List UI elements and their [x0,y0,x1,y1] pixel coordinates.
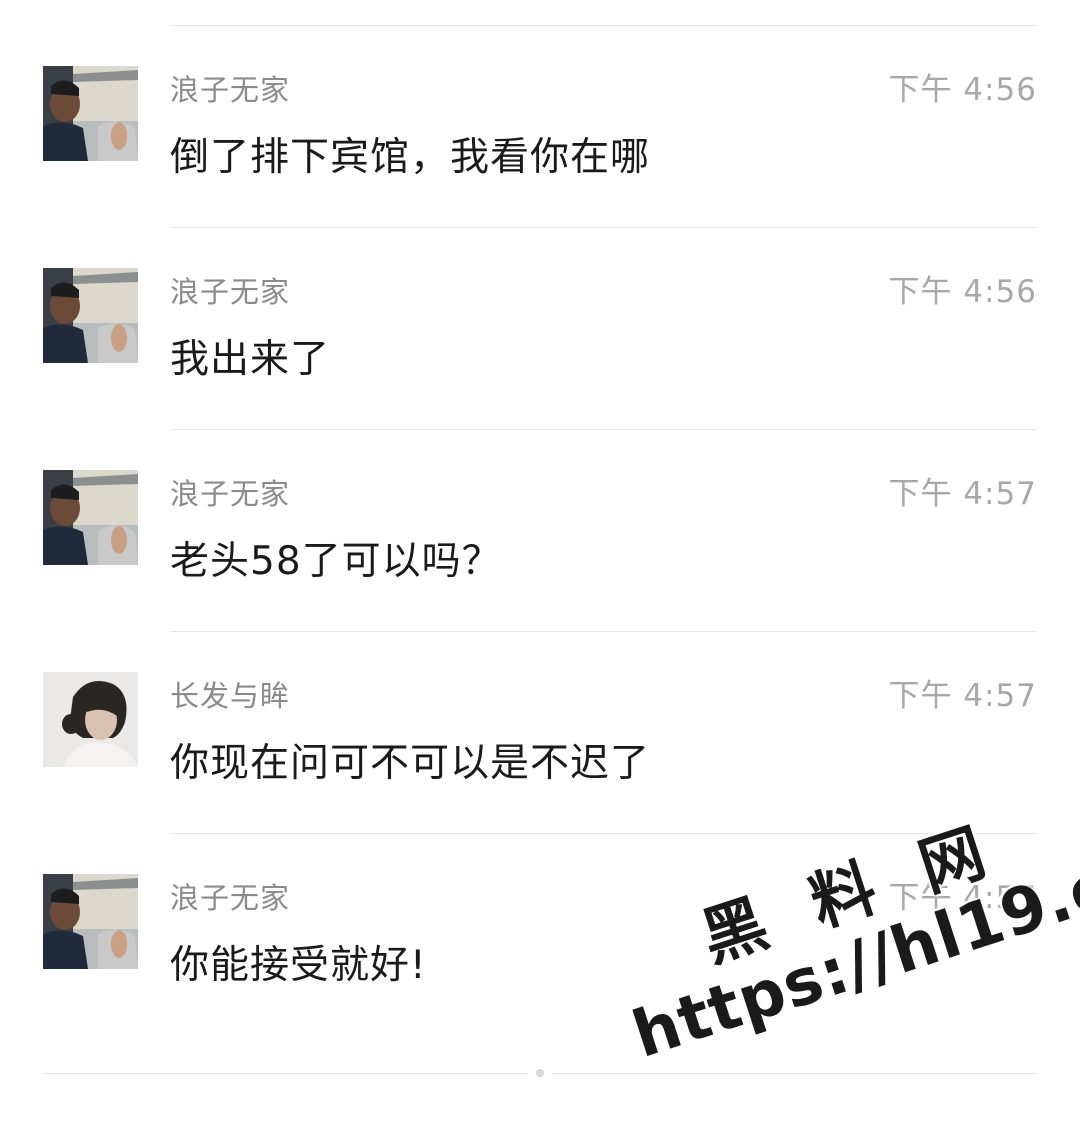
message-time: 下午 4:57 [888,880,1037,916]
man-in-car-avatar-icon [43,470,138,565]
message-item[interactable]: 长发与眸 下午 4:57 你现在问可不可以是不迟了 [0,632,1080,833]
avatar[interactable] [43,874,138,969]
man-in-car-avatar-icon [43,874,138,969]
bottom-divider-right [552,1073,1037,1074]
avatar[interactable] [43,268,138,363]
message-time: 下午 4:56 [888,72,1037,108]
message-item[interactable]: 浪子无家 下午 4:56 我出来了 [0,228,1080,429]
bottom-divider-left [43,1073,528,1074]
sender-name: 长发与眸 [170,679,291,713]
message-text: 你现在问可不可以是不迟了 [170,741,651,786]
message-text: 你能接受就好! [170,943,427,988]
message-item[interactable]: 浪子无家 下午 4:57 老头58了可以吗？ [0,430,1080,631]
message-item[interactable]: 浪子无家 下午 4:57 你能接受就好! [0,834,1080,1035]
avatar[interactable] [43,672,138,767]
sender-name: 浪子无家 [170,881,291,915]
message-time: 下午 4:56 [888,274,1037,310]
sender-name: 浪子无家 [170,73,291,107]
man-in-car-avatar-icon [43,268,138,363]
message-text: 倒了排下宾馆，我看你在哪 [170,135,651,180]
avatar[interactable] [43,66,138,161]
avatar[interactable] [43,470,138,565]
message-text: 我出来了 [170,337,331,382]
message-item[interactable]: 浪子无家 下午 4:56 倒了排下宾馆，我看你在哪 [0,26,1080,227]
sender-name: 浪子无家 [170,477,291,511]
message-time: 下午 4:57 [888,678,1037,714]
man-in-car-avatar-icon [43,66,138,161]
sender-name: 浪子无家 [170,275,291,309]
woman-long-hair-avatar-icon [43,672,138,767]
message-time: 下午 4:57 [888,476,1037,512]
message-text: 老头58了可以吗？ [170,539,502,584]
scroll-indicator [536,1069,544,1077]
